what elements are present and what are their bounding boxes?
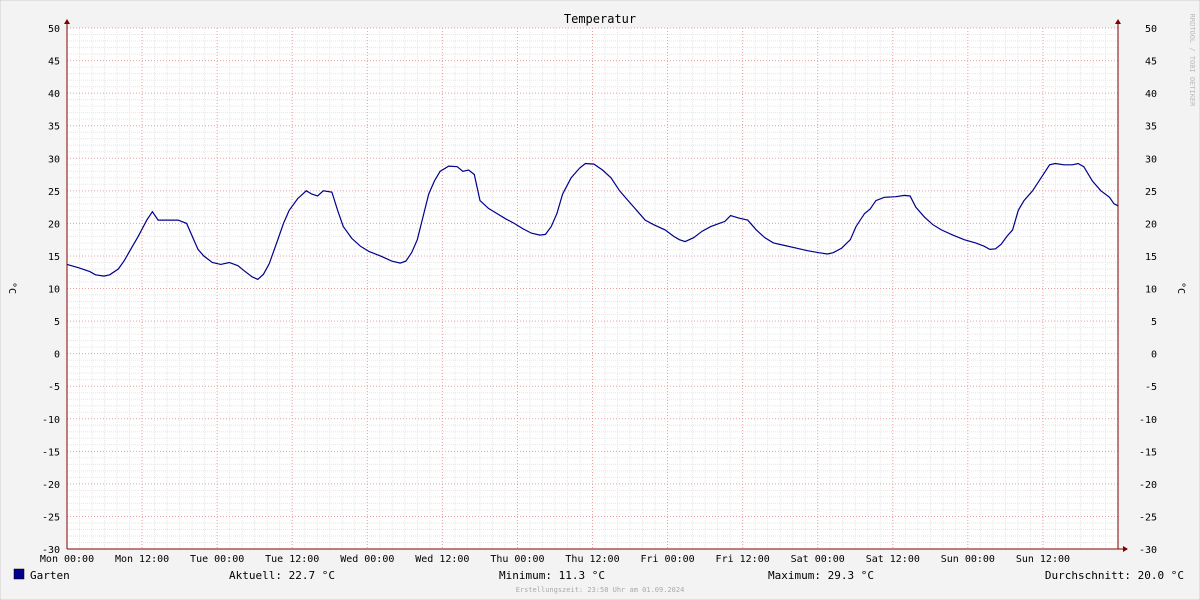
y-tick-label-right: 0 — [1151, 350, 1157, 361]
y-tick-label-left: 50 — [48, 24, 60, 35]
x-tick-label: Fri 12:00 — [716, 554, 770, 565]
y-tick-label-right: 5 — [1151, 317, 1157, 328]
legend-maximum: Maximum: 29.3 °C — [768, 569, 874, 582]
chart-title: Temperatur — [564, 12, 636, 26]
x-tick-label: Wed 00:00 — [340, 554, 394, 565]
y-tick-label-right: 40 — [1145, 89, 1157, 100]
x-tick-label: Tue 00:00 — [190, 554, 244, 565]
y-tick-label-right: -10 — [1139, 415, 1157, 426]
legend-average: Durchschnitt: 20.0 °C — [1045, 569, 1184, 582]
x-tick-label: Sun 12:00 — [1016, 554, 1070, 565]
y-tick-label-right: 25 — [1145, 187, 1157, 198]
y-tick-label-left: 20 — [48, 219, 60, 230]
y-tick-label-left: 10 — [48, 285, 60, 296]
legend-minimum: Minimum: 11.3 °C — [499, 569, 605, 582]
y-tick-label-right: -20 — [1139, 480, 1157, 491]
y-tick-label-left: 5 — [54, 317, 60, 328]
x-tick-label: Mon 00:00 — [40, 554, 94, 565]
temperature-chart: 50454035302520151050-5-10-15-20-25-30 50… — [0, 0, 1200, 600]
y-tick-label-left: 25 — [48, 187, 60, 198]
x-tick-label: Thu 12:00 — [565, 554, 619, 565]
y-tick-label-right: 50 — [1145, 24, 1157, 35]
y-tick-label-right: 35 — [1145, 122, 1157, 133]
x-tick-label: Mon 12:00 — [115, 554, 169, 565]
y-tick-label-left: 0 — [54, 350, 60, 361]
y-tick-label-left: 15 — [48, 252, 60, 263]
y-tick-label-right: 45 — [1145, 57, 1157, 68]
x-tick-label: Fri 00:00 — [640, 554, 694, 565]
x-tick-label: Tue 12:00 — [265, 554, 319, 565]
y-tick-label-left: -10 — [42, 415, 60, 426]
legend-current: Aktuell: 22.7 °C — [229, 569, 335, 582]
y-tick-label-left: 30 — [48, 154, 60, 165]
y-tick-label-left: 40 — [48, 89, 60, 100]
y-tick-label-right: 30 — [1145, 154, 1157, 165]
y-tick-label-right: -25 — [1139, 512, 1157, 523]
watermark: RRDTOOL / TOBI OETIKER — [1188, 14, 1196, 108]
y-tick-label-left: -15 — [42, 447, 60, 458]
y-tick-label-left: -20 — [42, 480, 60, 491]
x-tick-label: Sat 12:00 — [866, 554, 920, 565]
legend-series-name: Garten — [30, 569, 70, 582]
y-axis-label-right: °C — [1175, 282, 1186, 294]
y-tick-label-right: 20 — [1145, 219, 1157, 230]
y-tick-label-right: 10 — [1145, 285, 1157, 296]
y-tick-label-left: -5 — [48, 382, 60, 393]
x-tick-label: Wed 12:00 — [415, 554, 469, 565]
y-tick-label-left: -25 — [42, 512, 60, 523]
y-tick-label-left: 35 — [48, 122, 60, 133]
legend-swatch-garten — [13, 568, 25, 580]
x-tick-label: Sat 00:00 — [791, 554, 845, 565]
footer-timestamp: Erstellungszeit: 23:58 Uhr am 01.09.2024 — [516, 586, 685, 594]
y-tick-label-left: 45 — [48, 57, 60, 68]
x-tick-label: Sun 00:00 — [941, 554, 995, 565]
y-tick-label-right: -15 — [1139, 447, 1157, 458]
x-tick-label: Thu 00:00 — [490, 554, 544, 565]
y-tick-label-right: -5 — [1145, 382, 1157, 393]
y-tick-label-right: 15 — [1145, 252, 1157, 263]
y-tick-label-right: -30 — [1139, 545, 1157, 556]
y-axis-label-left: °C — [6, 282, 17, 294]
